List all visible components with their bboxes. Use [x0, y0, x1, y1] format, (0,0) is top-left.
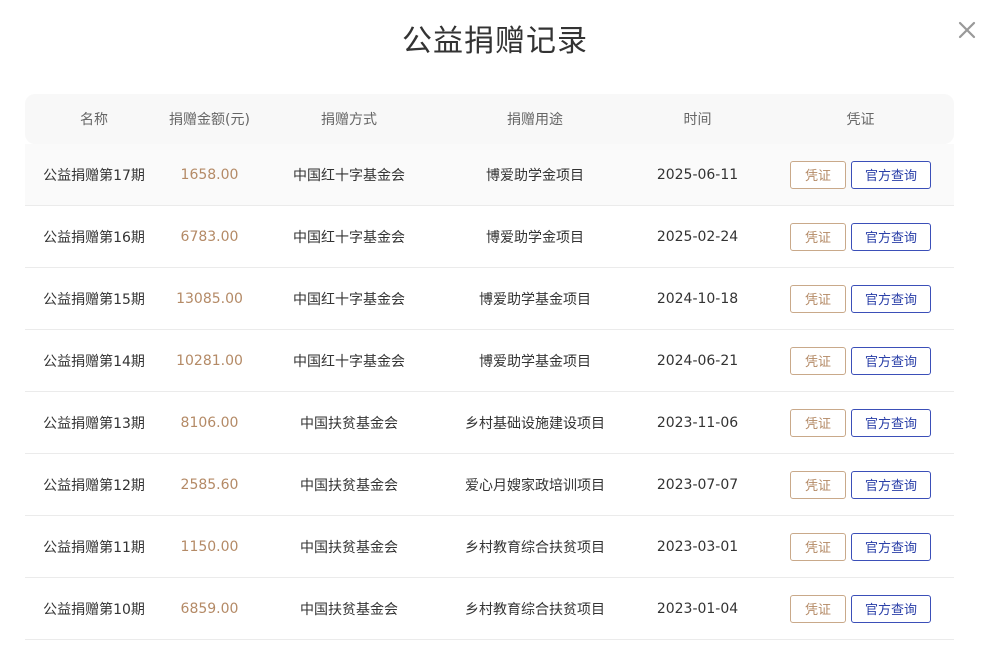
certificate-button[interactable]: 凭证: [790, 594, 846, 623]
donation-name: 公益捐赠第16期: [43, 229, 145, 246]
donation-name: 公益捐赠第15期: [43, 291, 145, 308]
certificate-button[interactable]: 凭证: [790, 532, 846, 561]
certificate-actions: 凭证 官方查询: [767, 160, 954, 189]
donation-method: 中国红十字基金会: [293, 229, 405, 246]
certificate-actions: 凭证 官方查询: [767, 408, 954, 437]
certificate-actions: 凭证 官方查询: [767, 346, 954, 375]
donation-time: 2024-10-18: [656, 290, 739, 307]
official-query-button[interactable]: 官方查询: [851, 346, 931, 375]
certificate-button[interactable]: 凭证: [790, 160, 846, 189]
header-certificate: 凭证: [846, 112, 875, 128]
official-query-button[interactable]: 官方查询: [851, 284, 931, 313]
official-query-button[interactable]: 官方查询: [851, 160, 931, 189]
certificate-actions: 凭证 官方查询: [767, 284, 954, 313]
certificate-actions: 凭证 官方查询: [767, 470, 954, 499]
donation-time: 2025-02-24: [656, 228, 739, 245]
donation-purpose: 乡村教育综合扶贫项目: [465, 601, 605, 618]
donation-amount: 6859.00: [180, 600, 239, 617]
official-query-button[interactable]: 官方查询: [851, 408, 931, 437]
donation-time: 2024-06-21: [656, 352, 739, 369]
donation-amount: 6783.00: [180, 228, 239, 245]
table-row: 公益捐赠第14期 10281.00 中国红十字基金会 博爱助学基金项目 2024-06-…: [25, 330, 954, 392]
header-time: 时间: [683, 112, 712, 128]
certificate-actions: 凭证 官方查询: [767, 594, 954, 623]
donation-name: 公益捐赠第14期: [43, 353, 145, 370]
donation-name: 公益捐赠第12期: [43, 477, 145, 494]
donation-time: 2025-06-11: [656, 166, 739, 183]
table-row: 公益捐赠第11期 1150.00 中国扶贫基金会 乡村教育综合扶贫项目 2023-03-…: [25, 516, 954, 578]
official-query-button[interactable]: 官方查询: [851, 532, 931, 561]
donation-amount: 8106.00: [180, 414, 239, 431]
header-method: 捐赠方式: [321, 112, 377, 128]
certificate-actions: 凭证 官方查询: [767, 532, 954, 561]
donation-method: 中国红十字基金会: [293, 353, 405, 370]
table-header: 名称 捐赠金额(元) 捐赠方式 捐赠用途 时间 凭证: [25, 94, 954, 144]
table-row: 公益捐赠第17期 1658.00 中国红十字基金会 博爱助学金项目 2025-06-11…: [25, 144, 954, 206]
donation-purpose: 博爱助学金项目: [486, 229, 584, 246]
dialog-title: 公益捐赠记录: [402, 24, 588, 59]
table-row: 公益捐赠第16期 6783.00 中国红十字基金会 博爱助学金项目 2025-02-24…: [25, 206, 954, 268]
close-button[interactable]: [955, 18, 979, 42]
close-icon: [958, 21, 976, 39]
certificate-button[interactable]: 凭证: [790, 408, 846, 437]
donation-method: 中国扶贫基金会: [300, 477, 398, 494]
donation-purpose: 乡村教育综合扶贫项目: [465, 539, 605, 556]
official-query-button[interactable]: 官方查询: [851, 222, 931, 251]
donation-method: 中国扶贫基金会: [300, 415, 398, 432]
certificate-button[interactable]: 凭证: [790, 470, 846, 499]
donation-purpose: 博爱助学金项目: [486, 167, 584, 184]
donation-time: 2023-11-06: [656, 414, 739, 431]
donation-method: 中国扶贫基金会: [300, 539, 398, 556]
donation-name: 公益捐赠第13期: [43, 415, 145, 432]
header-purpose: 捐赠用途: [507, 112, 563, 128]
donation-name: 公益捐赠第17期: [43, 167, 145, 184]
official-query-button[interactable]: 官方查询: [851, 594, 931, 623]
donation-time: 2023-03-01: [656, 538, 739, 555]
donation-amount: 13085.00: [176, 290, 243, 307]
header-amount: 捐赠金额(元): [169, 112, 250, 128]
donation-method: 中国红十字基金会: [293, 167, 405, 184]
donation-time: 2023-07-07: [656, 476, 739, 493]
certificate-actions: 凭证 官方查询: [767, 222, 954, 251]
certificate-button[interactable]: 凭证: [790, 284, 846, 313]
official-query-button[interactable]: 官方查询: [851, 470, 931, 499]
certificate-button[interactable]: 凭证: [790, 222, 846, 251]
donation-name: 公益捐赠第11期: [43, 539, 145, 556]
header-name: 名称: [80, 112, 108, 128]
donation-purpose: 乡村基础设施建设项目: [465, 415, 605, 432]
table-row: 公益捐赠第13期 8106.00 中国扶贫基金会 乡村基础设施建设项目 2023-11-…: [25, 392, 954, 454]
table-body: 公益捐赠第17期 1658.00 中国红十字基金会 博爱助学金项目 2025-06-11…: [25, 144, 954, 640]
donation-purpose: 爱心月嫂家政培训项目: [465, 477, 605, 494]
donation-method: 中国扶贫基金会: [300, 601, 398, 618]
donation-method: 中国红十字基金会: [293, 291, 405, 308]
donation-time: 2023-01-04: [656, 600, 739, 617]
donation-purpose: 博爱助学基金项目: [479, 291, 591, 308]
donation-amount: 10281.00: [176, 352, 243, 369]
table-row: 公益捐赠第12期 2585.60 中国扶贫基金会 爱心月嫂家政培训项目 2023-07-…: [25, 454, 954, 516]
donation-table: 名称 捐赠金额(元) 捐赠方式 捐赠用途 时间 凭证 公益捐赠第17期 1658.…: [25, 94, 954, 640]
donation-amount: 1150.00: [180, 538, 239, 555]
donation-amount: 1658.00: [180, 166, 239, 183]
table-row: 公益捐赠第15期 13085.00 中国红十字基金会 博爱助学基金项目 2024-10-…: [25, 268, 954, 330]
certificate-button[interactable]: 凭证: [790, 346, 846, 375]
table-row: 公益捐赠第10期 6859.00 中国扶贫基金会 乡村教育综合扶贫项目 2023-01-…: [25, 578, 954, 640]
donation-amount: 2585.60: [180, 476, 239, 493]
donation-purpose: 博爱助学基金项目: [479, 353, 591, 370]
donation-name: 公益捐赠第10期: [43, 601, 145, 618]
